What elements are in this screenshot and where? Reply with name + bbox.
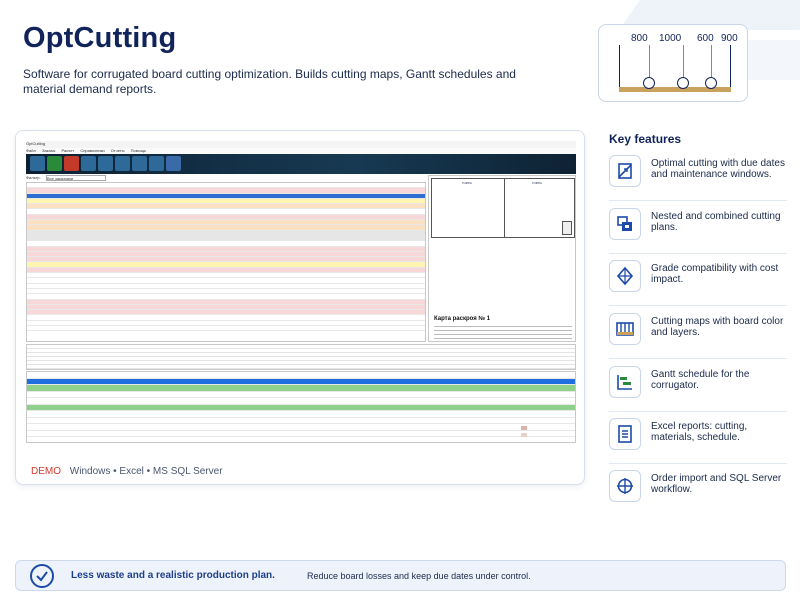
- benefit-banner: Less waste and a realistic production pl…: [15, 560, 786, 591]
- cut-width-label: 1000: [659, 33, 682, 44]
- feature-item: Optimal cutting with due dates and maint…: [609, 155, 787, 201]
- page-title: OptCutting: [23, 22, 177, 54]
- gantt-row[interactable]: [27, 430, 575, 437]
- product-screenshot: OptCutting Файл Заказы Расчет Справочник…: [15, 130, 585, 485]
- toolbar-button[interactable]: [81, 156, 96, 171]
- gantt-legend: [521, 426, 571, 438]
- filter-select[interactable]: Все заказчики: [46, 175, 106, 181]
- gantt-table: [26, 371, 576, 443]
- feature-item: Cutting maps with board color and layers…: [609, 313, 787, 359]
- cutting-map-title: Карта раскроя № 1: [434, 316, 491, 322]
- cutting-map-details: [434, 326, 572, 340]
- menu-item[interactable]: Файл: [26, 148, 36, 153]
- feature-item: Excel reports: cutting, materials, sched…: [609, 418, 787, 464]
- feature-item: Nested and combined cutting plans.: [609, 208, 787, 254]
- demo-label: DEMO: [31, 466, 61, 477]
- feature-text: Optimal cutting with due dates and maint…: [651, 158, 785, 180]
- toolbar-button[interactable]: [98, 156, 113, 171]
- cut-width-label: 800: [631, 33, 648, 44]
- cutting-map: ГОФРА ГОФРА: [431, 178, 575, 238]
- features-title: Key features: [609, 132, 682, 146]
- cut-width-label: 600: [697, 33, 714, 44]
- grade-compatibility-icon: [609, 260, 641, 292]
- toolbar-button[interactable]: [149, 156, 164, 171]
- feature-text: Excel reports: cutting, materials, sched…: [651, 421, 748, 443]
- toolbar-button[interactable]: [115, 156, 130, 171]
- toolbar-button[interactable]: [132, 156, 147, 171]
- orders-table: [26, 182, 426, 342]
- feature-item: Grade compatibility with cost impact.: [609, 260, 787, 306]
- app-toolbar: [26, 154, 576, 174]
- feature-text: Cutting maps with board color and layers…: [651, 316, 784, 338]
- menu-item[interactable]: Заказы: [42, 148, 55, 153]
- knife-icon: [643, 77, 655, 89]
- map-cell-label: ГОФРА: [532, 181, 542, 185]
- cutting-diagram: 800 1000 600 900: [598, 24, 748, 102]
- toolbar-button[interactable]: [64, 156, 79, 171]
- platform-label: Windows • Excel • MS SQL Server: [69, 466, 223, 477]
- menu-item[interactable]: Помощь: [131, 148, 146, 153]
- stats-panel: [26, 344, 576, 370]
- screenshot-caption: DEMO Windows • Excel • MS SQL Server: [31, 466, 223, 477]
- frame-left: [619, 45, 620, 87]
- table-row[interactable]: [27, 326, 425, 332]
- knife-icon: [705, 77, 717, 89]
- menu-item[interactable]: Отчеты: [111, 148, 125, 153]
- map-cell-label: ГОФРА: [462, 181, 472, 185]
- gantt-icon: [609, 366, 641, 398]
- feature-item: Order import and SQL Server workflow.: [609, 470, 787, 516]
- banner-headline: Less waste and a realistic production pl…: [71, 570, 275, 581]
- page-subtitle: Software for corrugated board cutting op…: [23, 67, 516, 96]
- cut-width-label: 900: [721, 33, 738, 44]
- feature-item: Gantt schedule for the corrugator.: [609, 366, 787, 412]
- feature-text: Gantt schedule for the corrugator.: [651, 369, 750, 391]
- feature-text: Grade compatibility with cost impact.: [651, 263, 779, 285]
- menu-item[interactable]: Справочники: [80, 148, 104, 153]
- menu-item[interactable]: Расчет: [61, 148, 74, 153]
- optimal-cutting-icon: [609, 155, 641, 187]
- nested-plans-icon: [609, 208, 641, 240]
- order-import-icon: [609, 470, 641, 502]
- toolbar-button[interactable]: [30, 156, 45, 171]
- feature-text: Order import and SQL Server workflow.: [651, 473, 782, 495]
- cutting-map-icon: [609, 313, 641, 345]
- frame-right: [730, 45, 731, 87]
- cutting-map-preview: ГОФРА ГОФРА Карта раскроя № 1: [428, 175, 576, 342]
- toolbar-button[interactable]: [47, 156, 62, 171]
- toolbar-button[interactable]: [166, 156, 181, 171]
- excel-report-icon: [609, 418, 641, 450]
- banner-description: Reduce board losses and keep due dates u…: [307, 571, 531, 581]
- check-icon: [30, 564, 54, 588]
- knife-icon: [677, 77, 689, 89]
- filter-label: Фильтр:: [26, 175, 41, 180]
- feature-text: Nested and combined cutting plans.: [651, 211, 781, 233]
